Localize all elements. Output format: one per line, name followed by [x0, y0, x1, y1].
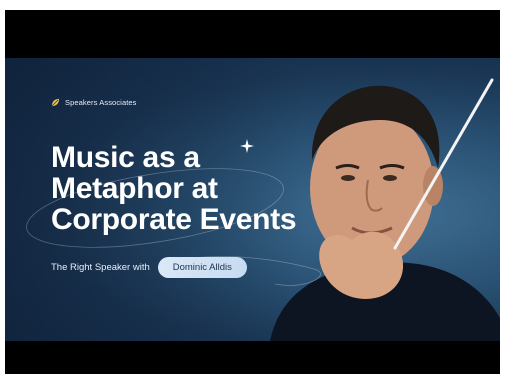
brand-name: Speakers Associates: [65, 98, 137, 107]
speaker-name-pill: Dominic Alldis: [157, 257, 247, 278]
headline-line-1: Music as a: [51, 141, 200, 174]
leaf-logo-icon: [51, 98, 60, 107]
headline-line-2: Metaphor at: [51, 172, 218, 205]
video-frame[interactable]: Speakers Associates Music as a Metaphor …: [5, 10, 500, 374]
tagline: The Right Speaker with Dominic Alldis: [51, 257, 247, 278]
tagline-text: The Right Speaker with: [51, 262, 150, 273]
video-thumbnail[interactable]: Speakers Associates Music as a Metaphor …: [5, 58, 500, 341]
brand: Speakers Associates: [51, 98, 137, 107]
video-headline: Music as a Metaphor at Corporate Events: [51, 141, 297, 236]
headline-line-3: Corporate Events: [51, 203, 297, 236]
